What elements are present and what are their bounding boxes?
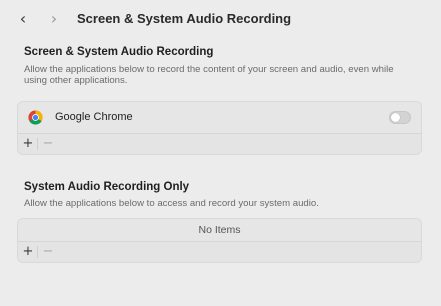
system-audio-app-list: No Items + − (17, 218, 422, 263)
control-divider (37, 138, 38, 150)
screen-recording-list-controls: + − (18, 134, 421, 154)
system-audio-description: Allow the applications below to access a… (24, 198, 319, 209)
empty-list-row: No Items (18, 219, 421, 242)
app-name: Google Chrome (55, 111, 133, 123)
system-audio-heading: System Audio Recording Only (24, 181, 190, 193)
no-items-label: No Items (198, 224, 241, 236)
control-divider (37, 246, 38, 258)
add-app-button[interactable]: + (20, 136, 36, 152)
forward-button[interactable]: › (45, 9, 63, 29)
page-title: Screen & System Audio Recording (77, 11, 292, 26)
remove-audio-app-button[interactable]: − (40, 244, 56, 260)
app-row-google-chrome[interactable]: Google Chrome (18, 102, 421, 134)
google-chrome-icon (28, 110, 43, 125)
google-chrome-toggle[interactable] (389, 111, 411, 124)
screen-recording-app-list: Google Chrome + − (17, 101, 422, 155)
chevron-right-icon: › (50, 9, 58, 28)
screen-recording-description: Allow the applications below to record t… (24, 64, 394, 86)
back-button[interactable]: ‹ (14, 9, 32, 29)
toggle-knob (391, 113, 400, 122)
screen-recording-heading: Screen & System Audio Recording (24, 46, 214, 58)
toolbar: ‹ › Screen & System Audio Recording (0, 0, 441, 38)
chevron-left-icon: ‹ (19, 9, 27, 28)
remove-app-button[interactable]: − (40, 136, 56, 152)
system-audio-list-controls: + − (18, 242, 421, 262)
add-audio-app-button[interactable]: + (20, 244, 36, 260)
